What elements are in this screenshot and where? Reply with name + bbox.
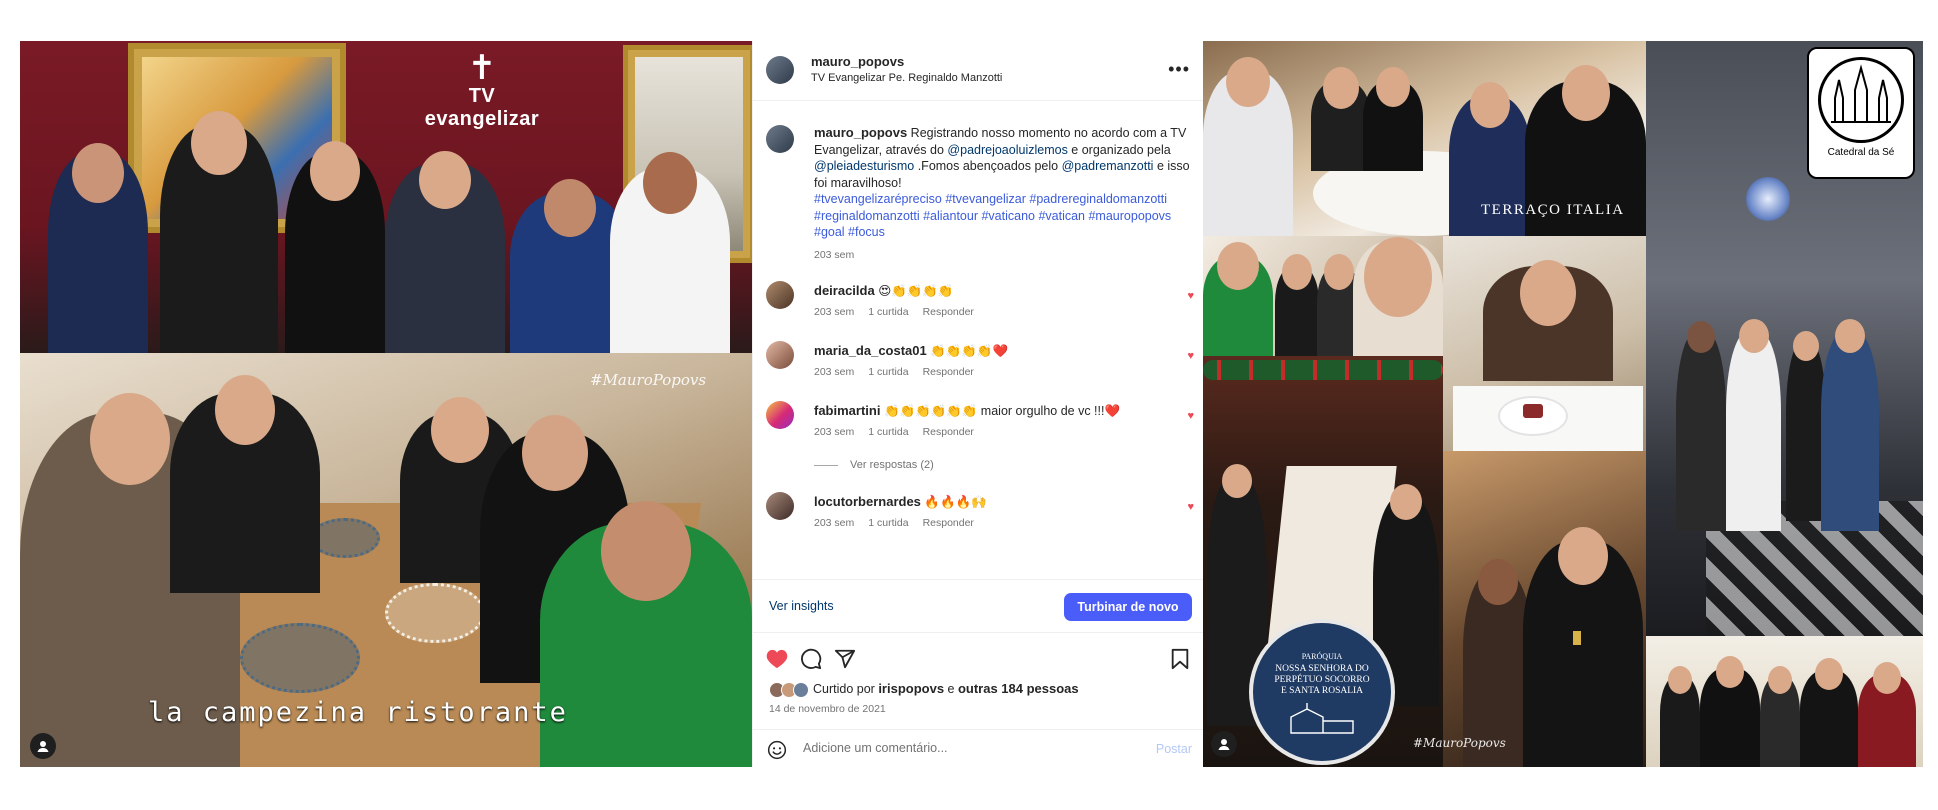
post-date: 14 de novembro de 2021 [769,703,886,715]
view-insights-link[interactable]: Ver insights [769,599,834,613]
post-actions [753,639,1204,679]
person [1660,666,1700,767]
heart-icon[interactable]: ♥ [1187,410,1194,422]
liked-by-row[interactable]: Curtido por irispopovs e outras 184 pess… [769,681,1079,698]
caption-time: 203 sem [814,248,855,261]
person [1203,57,1293,236]
restaurant-caption: la campezina ristorante [148,697,568,728]
placemat [240,623,360,693]
comment-input[interactable] [803,741,1123,755]
left-post-media[interactable]: ✝ TV evangelizar #MauroPopovs la campezi… [20,41,752,767]
reply-button[interactable]: Responder [923,517,974,529]
right-post-media[interactable]: TERRAÇO ITALIA Catedral da Sé PARÓQUIA N… [1203,41,1923,767]
person [1821,319,1879,531]
person [285,141,385,353]
person [1858,662,1916,767]
catedral-da-se-badge: Catedral da Sé [1807,47,1915,179]
photo-tv-evangelizar-group: ✝ TV evangelizar [20,41,752,353]
person [540,501,752,767]
reply-button[interactable]: Responder [923,366,974,378]
person [1523,527,1643,767]
placemat [385,583,485,643]
rose-window [1746,177,1790,221]
post-header: mauro_popovs TV Evangelizar Pe. Reginald… [753,41,1204,101]
person [610,152,730,353]
avatar[interactable] [766,125,794,153]
pectoral-cross [1573,631,1581,645]
more-options-icon[interactable]: ••• [1168,59,1190,80]
photo-group-church [1646,636,1923,767]
heart-icon[interactable]: ♥ [1187,350,1194,362]
garland [1203,360,1443,380]
placemat [310,518,380,558]
reply-button[interactable]: Responder [923,306,974,318]
tag-people-icon[interactable] [30,733,56,759]
person [385,151,505,353]
person [48,143,148,353]
photo-selfie [1203,236,1443,356]
liker-avatars [769,681,809,698]
tv-evangelizar-logo: ✝ TV evangelizar [412,51,552,141]
author-username[interactable]: mauro_popovs [811,54,1002,69]
photo-terraco-italia: TERRAÇO ITALIA [1203,41,1646,236]
share-icon[interactable] [833,647,857,671]
post-comment-button[interactable]: Postar [1156,742,1192,756]
cross-icon: ✝ [467,49,497,87]
person [1676,321,1726,531]
avatar[interactable] [766,281,794,309]
heart-icon[interactable]: ♥ [1187,501,1194,513]
emoji-icon[interactable] [767,740,787,765]
reply-button[interactable]: Responder [923,426,974,438]
boost-again-button[interactable]: Turbinar de novo [1064,593,1192,621]
parish-seal: PARÓQUIA NOSSA SENHORA DO PERPÉTUO SOCOR… [1249,619,1395,765]
comment-icon[interactable] [799,647,823,671]
cathedral-icon [1818,57,1904,143]
post-caption: mauro_popovs Registrando nosso momento n… [814,125,1194,263]
post-detail-panel: mauro_popovs TV Evangelizar Pe. Reginald… [752,41,1204,769]
person [1363,67,1423,171]
avatar[interactable] [766,492,794,520]
insights-bar: Ver insights Turbinar de novo [753,579,1204,633]
avatar[interactable] [766,341,794,369]
dessert [1523,404,1543,418]
avatar[interactable] [766,401,794,429]
person [1800,658,1858,767]
person [1311,67,1371,171]
terraco-italia-label: TERRAÇO ITALIA [1481,202,1625,218]
person [1700,656,1760,767]
hashtags[interactable]: #tvevangelizarépreciso #tvevangelizar #p… [814,192,1171,239]
bookmark-icon[interactable] [1168,647,1192,671]
author-info: mauro_popovs TV Evangelizar Pe. Reginald… [811,54,1002,84]
person [1275,254,1319,356]
heart-icon[interactable]: ♥ [1187,290,1194,302]
add-comment-row: Postar [753,729,1204,769]
watermark: #MauroPopovs [590,371,707,389]
watermark: #MauroPopovs [1413,736,1506,750]
heart-icon[interactable] [765,647,789,671]
photo-bishop [1443,451,1646,767]
person [170,375,320,593]
person [1483,260,1613,381]
location-label[interactable]: TV Evangelizar Pe. Reginaldo Manzotti [811,72,1002,84]
photo-dessert [1443,236,1646,451]
person [1353,237,1443,356]
photo-catedral-da-se: Catedral da Sé [1646,41,1923,636]
tag-people-icon[interactable] [1211,731,1237,757]
church-icon [1253,703,1391,739]
person [1203,242,1273,356]
avatar[interactable] [766,56,794,84]
person [1786,331,1826,521]
person [160,111,278,353]
person [1760,666,1800,767]
person [1726,319,1781,531]
photo-restaurant-table: #MauroPopovs la campezina ristorante [20,353,752,767]
view-replies-link[interactable]: Ver respostas (2) [814,459,934,471]
